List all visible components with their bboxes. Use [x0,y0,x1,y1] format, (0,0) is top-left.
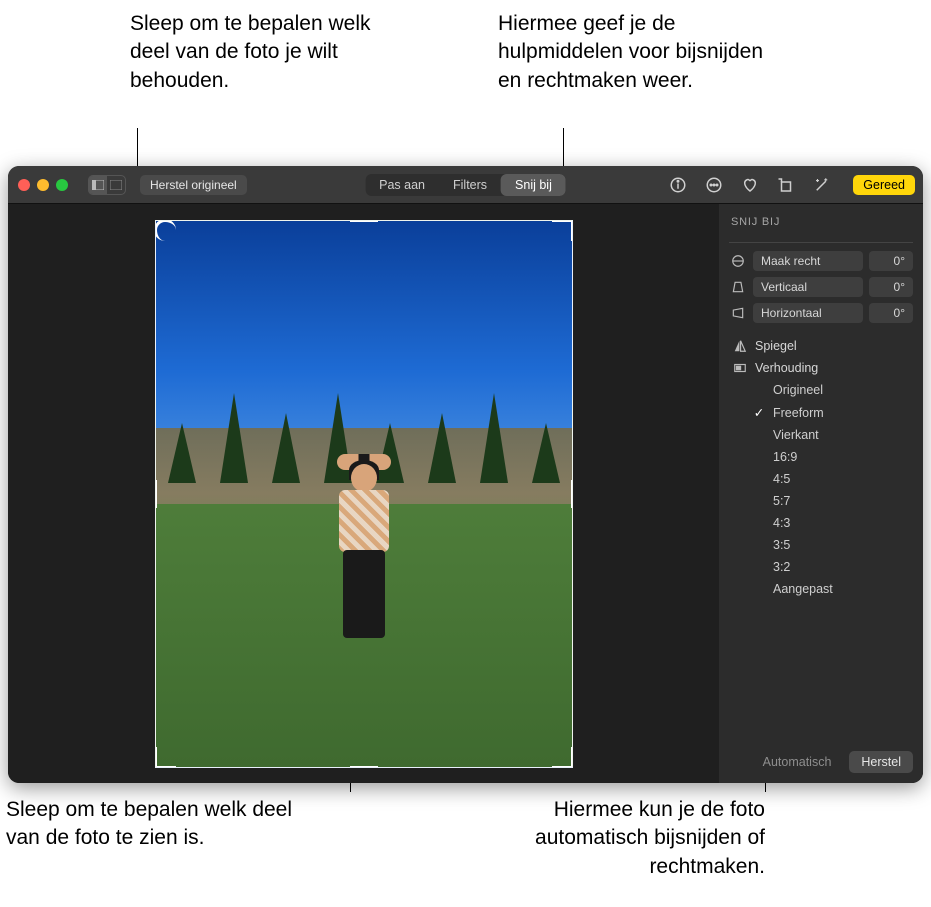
sidebar-visible-icon [89,176,107,194]
vertical-perspective-row[interactable]: Verticaal 0° [729,277,913,297]
more-icon[interactable] [703,174,725,196]
titlebar: Herstel origineel Pas aan Filters Snij b… [8,166,923,204]
horizontal-value[interactable]: 0° [869,303,913,323]
straighten-dial-icon [729,254,747,268]
aspect-option-3-2[interactable]: 3:2 [753,560,913,574]
flip-button[interactable]: Spiegel [729,335,913,357]
flip-label: Spiegel [755,339,797,353]
straighten-row[interactable]: Maak recht 0° [729,251,913,271]
crop-handle-bottom-left[interactable] [155,747,176,768]
aspect-ratio-label: Verhouding [755,361,818,375]
crop-handle-bottom[interactable] [350,766,378,768]
horizontal-perspective-icon [729,306,747,320]
aspect-option-label: 5:7 [773,494,790,508]
crop-handle-top-right[interactable] [552,220,573,241]
crop-handle-left[interactable] [155,480,157,508]
auto-crop-button[interactable]: Automatisch [753,751,842,773]
zoom-window-button[interactable] [56,179,68,191]
crop-handle-top-left[interactable] [155,220,176,241]
aspect-option-label: Vierkant [773,428,819,442]
aspect-ratio-header[interactable]: Verhouding [729,357,913,379]
aspect-option-aangepast[interactable]: Aangepast [753,582,913,596]
aspect-option-16-9[interactable]: 16:9 [753,450,913,464]
callout-auto-crop: Hiermee kun je de foto automatisch bijsn… [445,796,765,881]
window-controls [18,179,68,191]
horizontal-perspective-row[interactable]: Horizontaal 0° [729,303,913,323]
aspect-option-freeform[interactable]: ✓ Freeform [753,405,913,420]
vertical-perspective-icon [729,280,747,294]
auto-enhance-wand-icon[interactable] [811,174,833,196]
reset-crop-button[interactable]: Herstel [849,751,913,773]
divider [729,242,913,243]
crop-rectangle[interactable] [155,220,573,768]
minimize-window-button[interactable] [37,179,49,191]
panel-bottom-actions: Automatisch Herstel [729,741,913,773]
aspect-option-label: Origineel [773,383,823,397]
callout-visible-area: Sleep om te bepalen welk deel van de fot… [6,796,316,853]
vertical-value[interactable]: 0° [869,277,913,297]
sidebar-view-toggle[interactable] [88,175,126,195]
aspect-option-label: 4:3 [773,516,790,530]
crop-handle-right[interactable] [571,480,573,508]
aspect-ratio-icon [731,361,749,375]
editor-body: SNIJ BIJ Maak recht 0° Verticaal 0° [8,204,923,783]
horizontal-label: Horizontaal [753,303,863,323]
info-icon[interactable] [667,174,689,196]
aspect-option-label: 3:2 [773,560,790,574]
crop-handle-top[interactable] [350,220,378,222]
aspect-option-label: Aangepast [773,582,833,596]
canvas-area[interactable] [8,204,719,783]
aspect-option-5-7[interactable]: 5:7 [753,494,913,508]
titlebar-right-tools: Gereed [667,174,915,196]
tab-filters[interactable]: Filters [439,174,501,196]
panel-title: SNIJ BIJ [731,216,913,228]
aspect-option-origineel[interactable]: Origineel [753,383,913,397]
vertical-label: Verticaal [753,277,863,297]
aspect-option-label: 16:9 [773,450,797,464]
aspect-option-4-5[interactable]: 4:5 [753,472,913,486]
aspect-option-4-3[interactable]: 4:3 [753,516,913,530]
tab-adjust[interactable]: Pas aan [365,174,439,196]
check-icon: ✓ [753,405,765,420]
rotate-icon[interactable] [775,174,797,196]
aspect-option-label: 4:5 [773,472,790,486]
edit-mode-segmented: Pas aan Filters Snij bij [365,174,566,196]
straighten-value[interactable]: 0° [869,251,913,271]
aspect-option-label: 3:5 [773,538,790,552]
sidebar-hidden-icon [107,176,125,194]
aspect-option-vierkant[interactable]: Vierkant [753,428,913,442]
callout-crop-handle: Sleep om te bepalen welk deel van de fot… [130,10,410,95]
flip-icon [731,339,749,353]
straighten-label: Maak recht [753,251,863,271]
crop-side-panel: SNIJ BIJ Maak recht 0° Verticaal 0° [719,204,923,783]
favorite-heart-icon[interactable] [739,174,761,196]
photos-edit-window: Herstel origineel Pas aan Filters Snij b… [8,166,923,783]
revert-original-button[interactable]: Herstel origineel [140,175,247,195]
aspect-option-label: Freeform [773,406,824,420]
aspect-ratio-list: Origineel ✓ Freeform Vierkant 16:9 4:5 5:… [753,383,913,596]
done-button[interactable]: Gereed [853,175,915,195]
close-window-button[interactable] [18,179,30,191]
callout-crop-tools: Hiermee geef je de hulpmiddelen voor bij… [498,10,778,95]
crop-handle-bottom-right[interactable] [552,747,573,768]
aspect-option-3-5[interactable]: 3:5 [753,538,913,552]
photo-person [329,450,399,640]
tab-crop[interactable]: Snij bij [501,174,566,196]
